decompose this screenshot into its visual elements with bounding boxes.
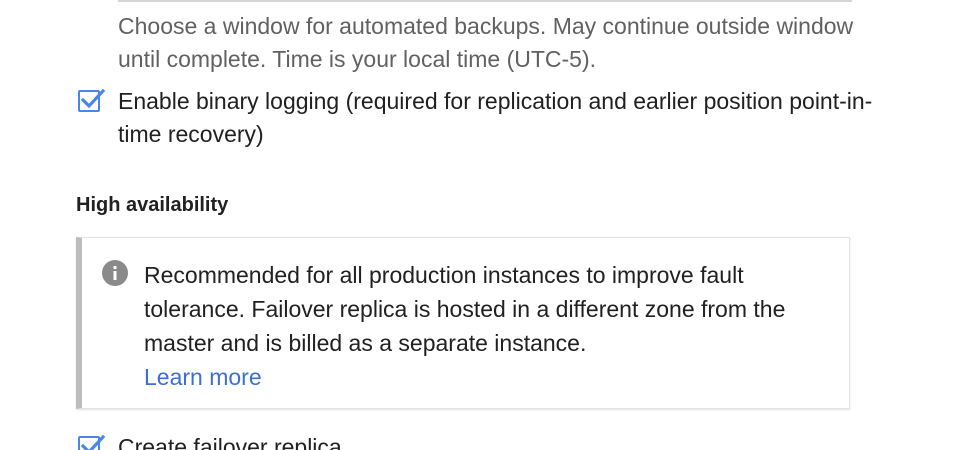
backup-window-hint: Choose a window for automated backups. M… bbox=[118, 13, 854, 72]
checkmark-icon bbox=[80, 434, 106, 450]
failover-replica-checkbox[interactable] bbox=[78, 434, 106, 450]
high-availability-info-box: Recommended for all production instances… bbox=[76, 237, 850, 409]
binary-logging-label: Enable binary logging (required for repl… bbox=[118, 88, 873, 147]
binary-logging-row: Enable binary logging (required for repl… bbox=[78, 85, 878, 151]
info-message: Recommended for all production instances… bbox=[144, 262, 786, 356]
high-availability-info-text: Recommended for all production instances… bbox=[144, 258, 834, 394]
checkmark-icon bbox=[80, 88, 106, 109]
high-availability-title: High availability bbox=[76, 194, 229, 216]
binary-logging-checkbox[interactable] bbox=[78, 88, 106, 112]
learn-more-link[interactable]: Learn more bbox=[144, 364, 262, 390]
backup-window-field-underline[interactable] bbox=[118, 0, 852, 2]
failover-replica-label: Create failover replica bbox=[118, 434, 342, 450]
info-icon bbox=[102, 260, 128, 286]
settings-page: Choose a window for automated backups. M… bbox=[0, 0, 980, 450]
failover-replica-row: Create failover replica bbox=[78, 431, 878, 450]
